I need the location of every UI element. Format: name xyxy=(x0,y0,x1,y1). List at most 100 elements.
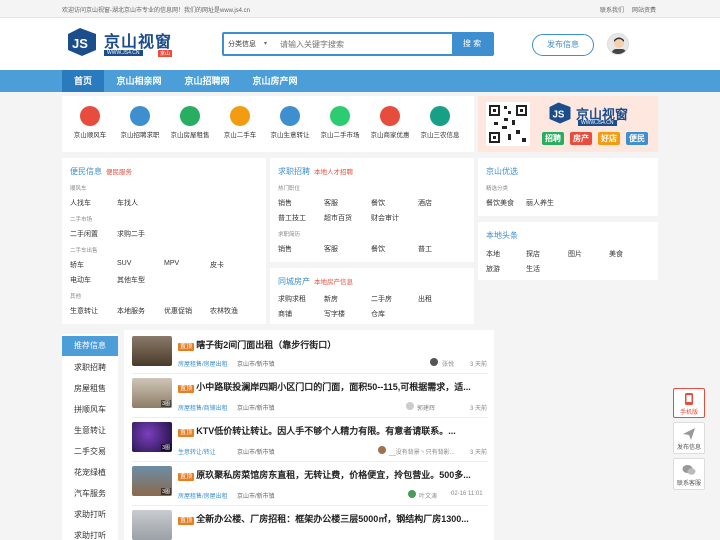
link-item[interactable]: 销售 xyxy=(278,198,292,208)
link-item[interactable]: 电动车 xyxy=(70,275,91,285)
link-item[interactable]: 求购求租 xyxy=(278,294,306,304)
link-item[interactable]: 普工技工 xyxy=(278,213,306,223)
pricing-link[interactable]: 网站资费 xyxy=(632,5,656,14)
link-item[interactable]: 旅游 xyxy=(486,264,500,274)
link-item[interactable]: MPV xyxy=(164,260,179,267)
link-item[interactable]: 美食 xyxy=(609,249,623,259)
contact-service-button[interactable]: 联系客服 xyxy=(673,458,705,490)
listing-thumbnail[interactable] xyxy=(132,510,172,540)
link-item[interactable]: 出租 xyxy=(418,294,432,304)
listing-thumbnail[interactable]: 3图 xyxy=(132,378,172,408)
sidenav-item[interactable]: 房屋租售 xyxy=(62,383,118,394)
chevron-down-icon[interactable]: ▾ xyxy=(264,40,267,47)
listing-category[interactable]: 房屋租售/商铺出租 xyxy=(178,403,228,412)
listing-item[interactable]: 3图 置顶 KTV低价转让转让。因人手不够个人精力有限。有意者请联系。... 生… xyxy=(132,422,488,462)
link-item[interactable]: 写字楼 xyxy=(324,309,345,319)
listing-user[interactable]: 郭建辉 xyxy=(417,403,435,412)
link-item[interactable]: 新房 xyxy=(324,294,338,304)
link-item[interactable]: 二手闲置 xyxy=(70,229,98,239)
quick-item-housing[interactable]: 京山房屋租售 xyxy=(170,106,210,139)
link-item[interactable]: 图片 xyxy=(568,249,582,259)
nav-home[interactable]: 首页 xyxy=(62,70,104,92)
logo-text[interactable]: 京山视窗 xyxy=(104,28,172,52)
select-title[interactable]: 京山优选 xyxy=(486,166,518,177)
jobs-title[interactable]: 求职招聘 xyxy=(278,167,310,176)
listing-thumbnail[interactable]: 3图 xyxy=(132,466,172,496)
link-item[interactable]: 生活 xyxy=(526,264,540,274)
link-item[interactable]: 本地服务 xyxy=(117,306,145,316)
quick-item-jobs[interactable]: 京山招聘求职 xyxy=(120,106,160,139)
listing-title[interactable]: 全新办公楼、厂房招租：框架办公楼三层5000㎡，钢结构厂房1300... xyxy=(196,514,469,524)
contact-us-link[interactable]: 联系我们 xyxy=(600,5,624,14)
listing-category[interactable]: 生意转让/转让 xyxy=(178,447,216,456)
listing-title[interactable]: KTV低价转让转让。因人手不够个人精力有限。有意者请联系。... xyxy=(196,426,456,436)
sidenav-item[interactable]: 求助打听 xyxy=(62,509,118,520)
link-item[interactable]: 农林牧渔 xyxy=(210,306,238,316)
search-category-select[interactable]: 分类信息 xyxy=(228,39,256,49)
listing-title[interactable]: 瞎子街2间门面出租（靠步行街口） xyxy=(196,340,336,350)
link-item[interactable]: 车找人 xyxy=(117,198,138,208)
link-item[interactable]: 餐饮 xyxy=(371,198,385,208)
quick-item-rideshare[interactable]: 京山顺风车 xyxy=(70,106,110,139)
search-input[interactable] xyxy=(280,36,440,52)
link-item[interactable]: 求购二手 xyxy=(117,229,145,239)
link-item[interactable]: 财会审计 xyxy=(371,213,399,223)
listing-user[interactable]: 叶文涛 xyxy=(419,491,437,500)
mobile-version-button[interactable]: 手机版 xyxy=(673,388,705,418)
link-item[interactable]: 客服 xyxy=(324,198,338,208)
local-news-title[interactable]: 本地头条 xyxy=(486,230,518,241)
link-item[interactable]: 超市百货 xyxy=(324,213,352,223)
quick-item-deals[interactable]: 京山商家优惠 xyxy=(370,106,410,139)
nav-jobs[interactable]: 京山招聘网 xyxy=(176,70,238,92)
link-item[interactable]: 餐饮美食 xyxy=(486,198,514,208)
link-item[interactable]: 轿车 xyxy=(70,260,84,270)
publish-button[interactable]: 发布信息 xyxy=(532,34,594,56)
link-item[interactable]: SUV xyxy=(117,260,131,267)
sidenav-item[interactable]: 求助打听 xyxy=(62,530,118,540)
listing-item[interactable]: 置顶 瞎子街2间门面出租（靠步行街口） 房屋租售/房屋出租 京山市/新市镇 张悦… xyxy=(132,336,488,374)
link-item[interactable]: 餐饮 xyxy=(371,244,385,254)
link-item[interactable]: 酒店 xyxy=(418,198,432,208)
logo-icon[interactable]: JS xyxy=(66,28,98,56)
publish-float-button[interactable]: 发布信息 xyxy=(673,422,705,454)
link-item[interactable]: 丽人养生 xyxy=(526,198,554,208)
sidenav-item[interactable]: 拼顺风车 xyxy=(62,404,118,415)
sidenav-item[interactable]: 求职招聘 xyxy=(62,362,118,373)
listing-user[interactable]: 张悦 xyxy=(442,359,454,368)
listing-item[interactable]: 3图 置顶 原玖聚私房菜馆房东直租，无转让费，价格便宜，拎包营业。500多...… xyxy=(132,466,488,506)
listing-title[interactable]: 小中路联投澜岸四期小区门口的门面，面积50--115,可根据需求，适... xyxy=(196,382,471,392)
sidenav-recommended[interactable]: 推荐信息 xyxy=(62,336,118,356)
nav-dating[interactable]: 京山相亲网 xyxy=(108,70,170,92)
quick-item-transfer[interactable]: 京山生意转让 xyxy=(270,106,310,139)
quick-item-usedcar[interactable]: 京山二手车 xyxy=(220,106,260,139)
sidenav-item[interactable]: 汽车服务 xyxy=(62,488,118,499)
convenience-title[interactable]: 便民信息 xyxy=(70,167,102,176)
listing-user[interactable]: __没有背景丶只有背影... xyxy=(389,447,455,456)
banner-ad[interactable]: JS 京山视窗 WWW.JS4.CN 招聘 房产 好店 便民 xyxy=(478,96,658,152)
link-item[interactable]: 客服 xyxy=(324,244,338,254)
realestate-title[interactable]: 同城房产 xyxy=(278,277,310,286)
link-item[interactable]: 本地 xyxy=(486,249,500,259)
link-item[interactable]: 其他车型 xyxy=(117,275,145,285)
link-item[interactable]: 普工 xyxy=(418,244,432,254)
link-item[interactable]: 商铺 xyxy=(278,309,292,319)
link-item[interactable]: 皮卡 xyxy=(210,260,224,270)
avatar[interactable] xyxy=(607,33,629,55)
link-item[interactable]: 仓库 xyxy=(371,309,385,319)
listing-title[interactable]: 原玖聚私房菜馆房东直租，无转让费，价格便宜，拎包营业。500多... xyxy=(196,470,471,480)
quick-item-secondhand[interactable]: 京山二手市场 xyxy=(320,106,360,139)
listing-thumbnail[interactable] xyxy=(132,336,172,366)
link-item[interactable]: 生意转让 xyxy=(70,306,98,316)
nav-realestate[interactable]: 京山房产网 xyxy=(244,70,306,92)
listing-item[interactable]: 置顶 全新办公楼、厂房招租：框架办公楼三层5000㎡，钢结构厂房1300... xyxy=(132,510,488,540)
link-item[interactable]: 人找车 xyxy=(70,198,91,208)
sidenav-item[interactable]: 生意转让 xyxy=(62,425,118,436)
link-item[interactable]: 优惠促销 xyxy=(164,306,192,316)
listing-category[interactable]: 房屋租售/房屋出租 xyxy=(178,491,228,500)
listing-category[interactable]: 房屋租售/房屋出租 xyxy=(178,359,228,368)
sidenav-item[interactable]: 花宠绿植 xyxy=(62,467,118,478)
listing-thumbnail[interactable]: 3图 xyxy=(132,422,172,452)
listing-item[interactable]: 3图 置顶 小中路联投澜岸四期小区门口的门面，面积50--115,可根据需求，适… xyxy=(132,378,488,418)
link-item[interactable]: 销售 xyxy=(278,244,292,254)
link-item[interactable]: 二手房 xyxy=(371,294,392,304)
